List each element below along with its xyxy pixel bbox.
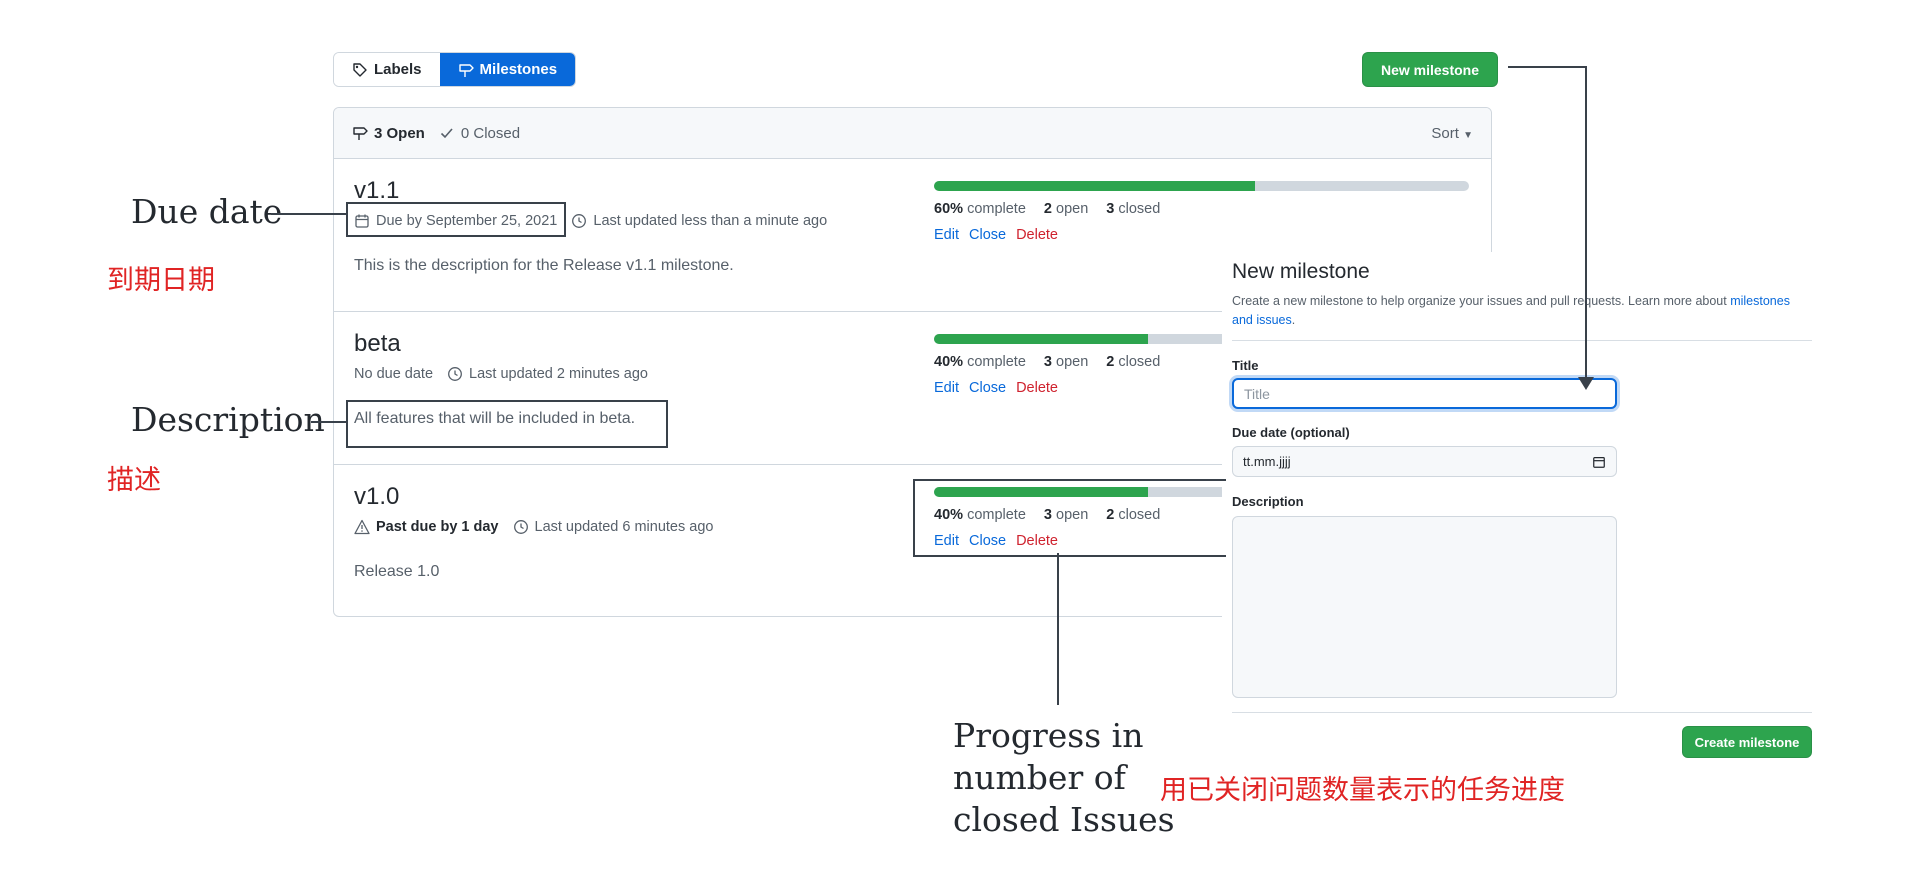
annotation-progress-line: number of xyxy=(953,758,1126,797)
open-issues-count: 3 xyxy=(1043,354,1052,370)
connector-line xyxy=(1585,66,1587,380)
complete-label: complete xyxy=(967,354,1026,370)
closed-issues-count: 3 xyxy=(1106,201,1115,217)
calendar-icon[interactable] xyxy=(1592,455,1606,469)
create-milestone-button[interactable]: Create milestone xyxy=(1682,726,1812,758)
connector-line xyxy=(1057,553,1059,705)
open-label: open xyxy=(1056,354,1089,370)
arrow-down-icon xyxy=(1578,377,1594,390)
list-header: 3 Open 0 Closed Sort ▼ xyxy=(334,108,1491,159)
closed-label: closed xyxy=(1118,201,1161,217)
annotation-description: Description xyxy=(131,400,325,439)
last-updated: Last updated 2 minutes ago xyxy=(447,366,648,382)
connector-line xyxy=(271,213,346,215)
highlight-box-due xyxy=(346,202,566,237)
closed-issues-count: 2 xyxy=(1106,354,1115,370)
due-date-text: Past due by 1 day xyxy=(376,519,499,535)
milestone-title[interactable]: v1.0 xyxy=(354,483,399,511)
annotation-progress-zh: 用已关闭问题数量表示的任务进度 xyxy=(1160,775,1565,805)
complete-label: complete xyxy=(967,201,1026,217)
milestone-icon xyxy=(458,63,474,77)
form-subtitle-text: Create a new milestone to help organize … xyxy=(1232,294,1727,308)
percent-value: 40% xyxy=(934,354,964,370)
edit-link[interactable]: Edit xyxy=(934,227,959,243)
due-date-input[interactable]: tt.mm.jjjj xyxy=(1232,446,1617,477)
annotation-progress: Progress in number of closed Issues xyxy=(953,715,1175,841)
milestone-meta: No due date Last updated 2 minutes ago xyxy=(354,366,648,382)
milestone-meta: Past due by 1 day Last updated 6 minutes… xyxy=(354,519,713,535)
form-subtitle-end: . xyxy=(1291,313,1296,327)
sort-label: Sort xyxy=(1431,124,1459,142)
due-date: No due date xyxy=(354,366,433,382)
form-subtitle: Create a new milestone to help organize … xyxy=(1232,292,1802,330)
progress-bar xyxy=(934,181,1469,191)
delete-link[interactable]: Delete xyxy=(1016,380,1058,396)
caret-down-icon: ▼ xyxy=(1463,129,1473,141)
milestone-title[interactable]: beta xyxy=(354,330,401,358)
description-textarea[interactable] xyxy=(1232,516,1617,698)
open-filter[interactable]: 3 Open xyxy=(352,125,425,142)
last-updated-text: Last updated less than a minute ago xyxy=(593,213,828,229)
tab-labels-label: Labels xyxy=(374,61,422,78)
divider xyxy=(1232,712,1812,713)
milestone-description: Release 1.0 xyxy=(354,563,440,580)
new-milestone-button[interactable]: New milestone xyxy=(1362,52,1498,87)
progress-stats: 60% complete 2 open 3 closed xyxy=(934,201,1469,217)
percent-value: 60% xyxy=(934,201,964,217)
clock-icon xyxy=(448,367,462,381)
tab-milestones-label: Milestones xyxy=(479,61,558,78)
last-updated-text: Last updated 6 minutes ago xyxy=(534,519,714,535)
clock-icon xyxy=(572,214,587,228)
last-updated: Last updated less than a minute ago xyxy=(571,213,827,229)
milestone-description: This is the description for the Release … xyxy=(354,257,734,274)
closed-label: closed xyxy=(1118,354,1161,370)
due-date-text: No due date xyxy=(354,366,434,382)
sort-dropdown[interactable]: Sort ▼ xyxy=(1431,125,1473,142)
title-label: Title xyxy=(1232,358,1259,373)
annotation-description-zh: 描述 xyxy=(107,465,161,495)
open-count: 3 Open xyxy=(374,124,425,142)
divider xyxy=(1232,340,1812,341)
milestone-title[interactable]: v1.1 xyxy=(354,177,399,205)
annotation-progress-line: closed Issues xyxy=(953,800,1175,839)
progress-fill xyxy=(934,334,1148,344)
due-date-value: tt.mm.jjjj xyxy=(1243,454,1291,469)
tab-group: Labels Milestones xyxy=(333,52,577,87)
due-date: Past due by 1 day xyxy=(354,519,499,535)
edit-link[interactable]: Edit xyxy=(934,380,959,396)
open-issues-count: 2 xyxy=(1043,201,1052,217)
open-label: open xyxy=(1056,201,1089,217)
check-icon xyxy=(440,128,453,139)
tab-labels[interactable]: Labels xyxy=(334,53,440,86)
tab-milestones[interactable]: Milestones xyxy=(439,53,576,86)
connector-line xyxy=(1508,66,1586,68)
due-date-label: Due date (optional) xyxy=(1232,425,1350,440)
annotation-due-date-zh: 到期日期 xyxy=(107,265,215,295)
progress-fill xyxy=(934,181,1255,191)
milestone-icon xyxy=(353,127,368,140)
milestone-progress: 60% complete 2 open 3 closed Edit Close … xyxy=(934,181,1469,243)
closed-filter[interactable]: 0 Closed xyxy=(439,125,520,142)
milestone-actions: Edit Close Delete xyxy=(934,227,1469,243)
close-link[interactable]: Close xyxy=(969,380,1006,396)
alert-icon xyxy=(354,519,370,535)
last-updated: Last updated 6 minutes ago xyxy=(513,519,714,535)
closed-count: 0 Closed xyxy=(460,124,521,142)
form-title: New milestone xyxy=(1232,260,1370,283)
annotation-progress-line: Progress in xyxy=(953,716,1144,755)
highlight-box-description xyxy=(346,400,668,448)
title-input[interactable]: Title xyxy=(1232,378,1617,409)
annotation-due-date: Due date xyxy=(131,192,283,231)
connector-line xyxy=(311,421,346,423)
close-link[interactable]: Close xyxy=(969,227,1006,243)
new-milestone-form: New milestone Create a new milestone to … xyxy=(1222,252,1812,772)
tag-icon xyxy=(353,62,367,77)
description-label: Description xyxy=(1232,494,1304,509)
clock-icon xyxy=(513,520,528,534)
last-updated-text: Last updated 2 minutes ago xyxy=(469,366,648,382)
highlight-box-progress xyxy=(913,479,1226,557)
delete-link[interactable]: Delete xyxy=(1016,227,1058,243)
